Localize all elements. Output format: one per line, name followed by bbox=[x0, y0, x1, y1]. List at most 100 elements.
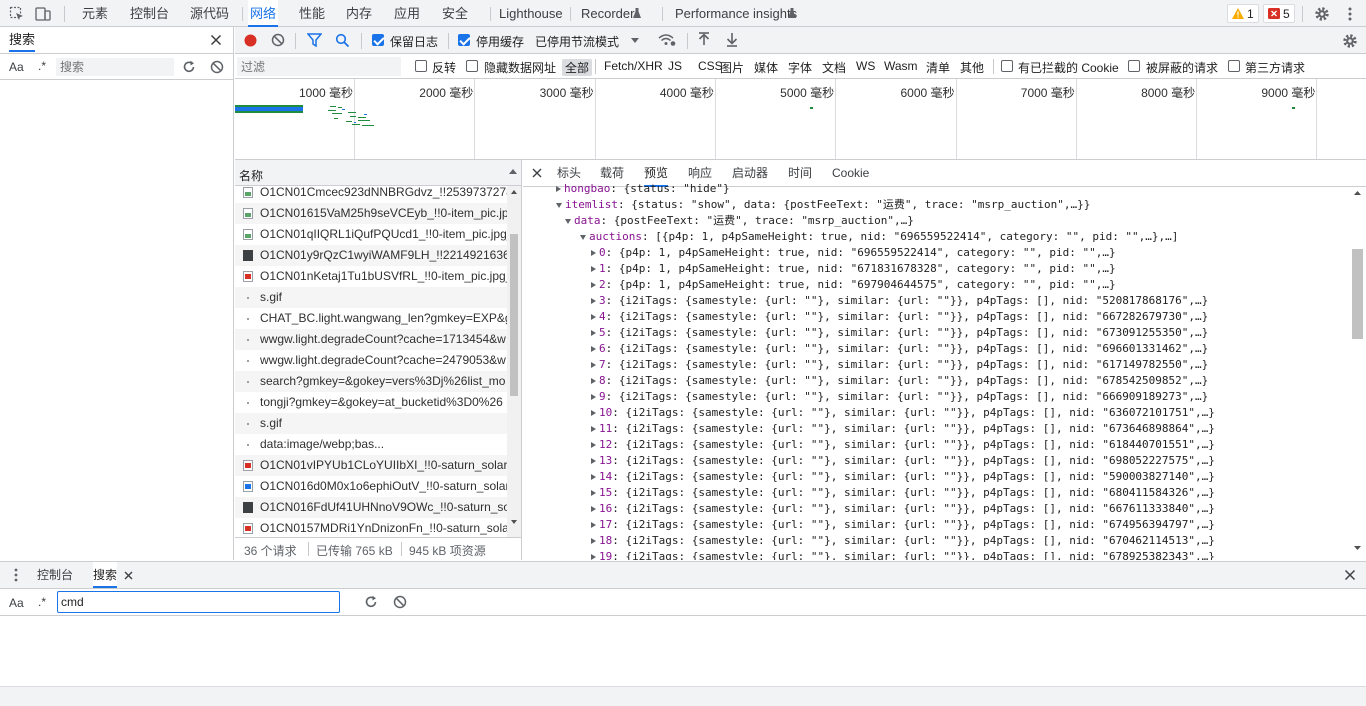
json-node[interactable]: 8: {i2iTags: {samestyle: {url: ""}, simi… bbox=[591, 373, 1208, 389]
json-node[interactable]: 15: {i2iTags: {samestyle: {url: ""}, sim… bbox=[591, 485, 1215, 501]
request-row[interactable]: O1CN016FdUf41UHNnoV9OWc_!!0-saturn_sol bbox=[235, 497, 507, 518]
import-har-icon[interactable] bbox=[697, 32, 711, 47]
collapsed-triangle-icon[interactable] bbox=[591, 330, 596, 336]
request-row[interactable]: O1CN01nKetaj1Tu1bUSVfRL_!!0-item_pic.jpg… bbox=[235, 266, 507, 287]
request-row[interactable]: s.gif bbox=[235, 287, 507, 308]
type-filter-3[interactable]: CSS bbox=[698, 59, 723, 73]
throttling-select[interactable]: 已停用节流模式 bbox=[535, 33, 619, 50]
drawer-tab[interactable]: 控制台 bbox=[37, 562, 73, 588]
collapsed-triangle-icon[interactable] bbox=[591, 250, 596, 256]
json-node[interactable]: 3: {i2iTags: {samestyle: {url: ""}, simi… bbox=[591, 293, 1208, 309]
request-list-scrollbar[interactable] bbox=[507, 186, 521, 538]
record-icon[interactable] bbox=[243, 33, 258, 48]
request-row[interactable]: O1CN01615VaM25h9seVCEyb_!!0-item_pic.jpg bbox=[235, 203, 507, 224]
warnings-badge[interactable]: 1 bbox=[1227, 4, 1259, 23]
json-node[interactable]: hongbao: {status: "hide"} bbox=[556, 182, 730, 197]
collapsed-triangle-icon[interactable] bbox=[591, 506, 596, 512]
collapsed-triangle-icon[interactable] bbox=[591, 314, 596, 320]
type-filter-6[interactable]: 字体 bbox=[788, 59, 812, 76]
errors-badge[interactable]: 5 bbox=[1263, 4, 1295, 23]
collapsed-triangle-icon[interactable] bbox=[591, 474, 596, 480]
main-tab[interactable]: 控制台 bbox=[128, 0, 171, 27]
main-tab[interactable]: Lighthouse bbox=[497, 0, 565, 27]
main-tab[interactable]: Recorder bbox=[579, 0, 636, 27]
collapsed-triangle-icon[interactable] bbox=[591, 458, 596, 464]
json-node[interactable]: 4: {i2iTags: {samestyle: {url: ""}, simi… bbox=[591, 309, 1208, 325]
json-node[interactable]: 2: {p4p: 1, p4pSameHeight: true, nid: "6… bbox=[591, 277, 1116, 293]
collapsed-triangle-icon[interactable] bbox=[591, 442, 596, 448]
json-node[interactable]: 17: {i2iTags: {samestyle: {url: ""}, sim… bbox=[591, 517, 1215, 533]
main-tab[interactable]: Performance insights bbox=[673, 0, 799, 27]
request-row[interactable]: wwgw.light.degradeCount?cache=1713454&w bbox=[235, 329, 507, 350]
more-options-icon[interactable] bbox=[1341, 5, 1359, 23]
main-tab[interactable]: 源代码 bbox=[188, 0, 231, 27]
json-node[interactable]: 9: {i2iTags: {samestyle: {url: ""}, simi… bbox=[591, 389, 1208, 405]
main-tab[interactable]: 性能 bbox=[297, 0, 327, 27]
clear-search-icon[interactable] bbox=[393, 595, 407, 609]
drawer-search-input[interactable] bbox=[57, 591, 340, 613]
request-row[interactable]: tongji?gmkey=&gokey=at_bucketid%3D0%26 bbox=[235, 392, 507, 413]
type-filter-8[interactable]: WS bbox=[856, 59, 875, 73]
request-row[interactable]: wwgw.light.degradeCount?cache=2479053&w bbox=[235, 350, 507, 371]
type-filter-9[interactable]: Wasm bbox=[884, 59, 918, 73]
hide-data-urls-checkbox[interactable] bbox=[466, 60, 478, 72]
collapsed-triangle-icon[interactable] bbox=[591, 426, 596, 432]
clear-log-icon[interactable] bbox=[271, 33, 285, 47]
match-case-toggle[interactable]: Aa bbox=[9, 596, 24, 610]
export-har-icon[interactable] bbox=[725, 32, 739, 47]
preview-scrollbar[interactable] bbox=[1349, 187, 1366, 560]
collapsed-triangle-icon[interactable] bbox=[591, 346, 596, 352]
scrollbar-thumb[interactable] bbox=[1352, 249, 1363, 339]
collapsed-triangle-icon[interactable] bbox=[591, 362, 596, 368]
json-node[interactable]: 7: {i2iTags: {samestyle: {url: ""}, simi… bbox=[591, 357, 1208, 373]
preserve-log-checkbox[interactable] bbox=[372, 34, 384, 46]
json-node[interactable]: 1: {p4p: 1, p4pSameHeight: true, nid: "6… bbox=[591, 261, 1116, 277]
request-row[interactable]: O1CN01qIIQRL1iQufPQUcd1_!!0-item_pic.jpg… bbox=[235, 224, 507, 245]
collapsed-triangle-icon[interactable] bbox=[591, 410, 596, 416]
network-conditions-icon[interactable] bbox=[658, 33, 676, 47]
type-filter-5[interactable]: 媒体 bbox=[754, 59, 778, 76]
collapsed-triangle-icon[interactable] bbox=[591, 298, 596, 304]
settings-gear-icon[interactable] bbox=[1313, 5, 1331, 23]
collapsed-triangle-icon[interactable] bbox=[591, 266, 596, 272]
json-node[interactable]: 5: {i2iTags: {samestyle: {url: ""}, simi… bbox=[591, 325, 1208, 341]
regex-toggle[interactable]: .* bbox=[38, 595, 46, 609]
invert-checkbox[interactable] bbox=[415, 60, 427, 72]
blocked-cookies-checkbox[interactable] bbox=[1001, 60, 1013, 72]
request-row[interactable]: CHAT_BC.light.wangwang_len?gmkey=EXP&gc bbox=[235, 308, 507, 329]
match-case-toggle[interactable]: Aa bbox=[9, 60, 24, 74]
json-node[interactable]: 13: {i2iTags: {samestyle: {url: ""}, sim… bbox=[591, 453, 1215, 469]
json-node[interactable]: 11: {i2iTags: {samestyle: {url: ""}, sim… bbox=[591, 421, 1215, 437]
collapsed-triangle-icon[interactable] bbox=[591, 378, 596, 384]
search-input[interactable] bbox=[56, 58, 174, 76]
search-icon[interactable] bbox=[335, 33, 350, 48]
type-filter-2[interactable]: JS bbox=[668, 59, 682, 73]
request-row[interactable]: O1CN016d0M0x1o6ephiOutV_!!0-saturn_solar bbox=[235, 476, 507, 497]
third-party-checkbox[interactable] bbox=[1228, 60, 1240, 72]
collapsed-triangle-icon[interactable] bbox=[591, 282, 596, 288]
type-filter-1[interactable]: Fetch/XHR bbox=[604, 59, 663, 73]
collapsed-triangle-icon[interactable] bbox=[556, 186, 561, 192]
json-node[interactable]: 12: {i2iTags: {samestyle: {url: ""}, sim… bbox=[591, 437, 1215, 453]
json-node[interactable]: 10: {i2iTags: {samestyle: {url: ""}, sim… bbox=[591, 405, 1215, 421]
request-row[interactable]: O1CN0157MDRi1YnDnizonFn_!!0-saturn_solar bbox=[235, 518, 507, 538]
expanded-triangle-icon[interactable] bbox=[556, 202, 562, 208]
type-filter-4[interactable]: 图片 bbox=[720, 59, 744, 76]
request-row[interactable]: O1CN01y9rQzC1wyiWAMF9LH_!!2214921636 bbox=[235, 245, 507, 266]
close-drawer-icon[interactable] bbox=[1344, 569, 1356, 581]
clear-search-icon[interactable] bbox=[210, 60, 224, 74]
close-tab-icon[interactable] bbox=[124, 571, 133, 580]
expanded-triangle-icon[interactable] bbox=[565, 218, 571, 224]
main-tab[interactable]: 应用 bbox=[392, 0, 422, 27]
json-node[interactable]: data: {postFeeText: "运费", trace: "msrp_a… bbox=[565, 213, 914, 229]
request-row[interactable]: search?gmkey=&gokey=vers%3Dj%26list_mo bbox=[235, 371, 507, 392]
inspect-element-icon[interactable] bbox=[8, 5, 26, 23]
expanded-triangle-icon[interactable] bbox=[580, 234, 586, 240]
collapsed-triangle-icon[interactable] bbox=[591, 490, 596, 496]
main-tab[interactable]: 网络 bbox=[248, 0, 279, 27]
collapsed-triangle-icon[interactable] bbox=[591, 554, 596, 560]
json-node[interactable]: 6: {i2iTags: {samestyle: {url: ""}, simi… bbox=[591, 341, 1208, 357]
device-toolbar-icon[interactable] bbox=[34, 5, 52, 23]
json-node[interactable]: auctions: [{p4p: 1, p4pSameHeight: true,… bbox=[580, 229, 1178, 245]
request-row[interactable]: s.gif bbox=[235, 413, 507, 434]
